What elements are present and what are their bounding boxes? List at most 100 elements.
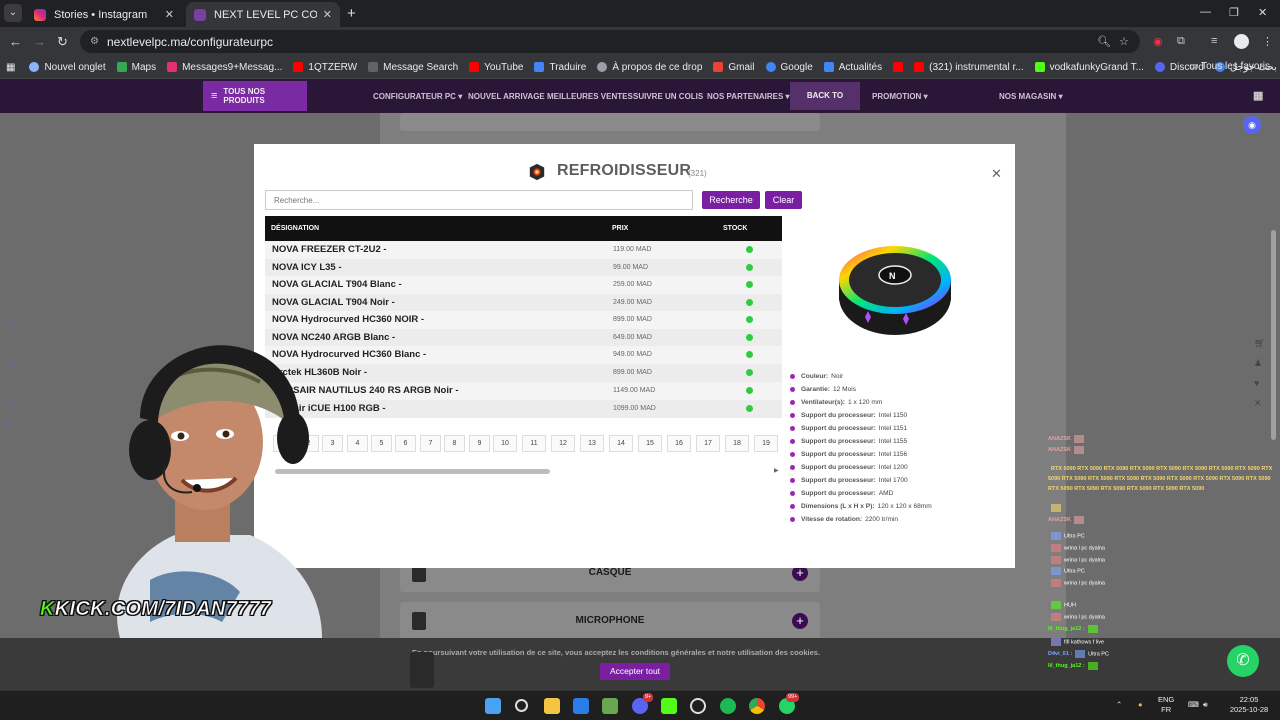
close-tab-icon[interactable]: ✕ (165, 8, 174, 21)
nav-back-to-school[interactable]: BACK TO SCHOOL (790, 82, 860, 128)
bookmark-item[interactable]: (321) instrumental r... (914, 62, 1024, 73)
page-button[interactable]: 3 (322, 435, 343, 452)
all-bookmarks-button[interactable]: ▭ Tous les favoris (1189, 61, 1270, 72)
bookmark-item[interactable]: vodkafunkyGrand T... (1034, 62, 1144, 73)
address-bar[interactable]: ⚙ nextlevelpc.ma/configurateurpc (80, 30, 1140, 53)
tab-instagram[interactable]: Stories • Instagram ✕ (26, 2, 182, 27)
bookmark-item[interactable]: Traduire (534, 62, 586, 73)
language-indicator[interactable]: ENG FR (1158, 695, 1174, 715)
obs-icon[interactable] (690, 698, 706, 714)
reload-icon[interactable]: ↻ (57, 34, 68, 50)
kick-icon[interactable] (661, 698, 677, 714)
search-icon[interactable] (515, 699, 528, 712)
start-menu-icon[interactable] (485, 698, 501, 714)
menu-kebab-icon[interactable]: ⋮ (1262, 35, 1273, 48)
zoom-icon[interactable]: 🔍︎ (1097, 35, 1111, 48)
discord-icon[interactable]: ◉ (1243, 116, 1261, 134)
page-button[interactable]: 5 (371, 435, 392, 452)
page-button[interactable]: 7 (420, 435, 441, 452)
close-tab-icon[interactable]: ✕ (323, 8, 332, 21)
bookmark-item[interactable]: Google (765, 62, 813, 73)
volume-icon[interactable]: 🔊︎ (1203, 700, 1208, 710)
store-icon[interactable] (573, 698, 589, 714)
new-tab-button[interactable]: + (347, 5, 356, 22)
close-window-icon[interactable]: ✕ (1258, 6, 1267, 19)
page-button[interactable]: 11 (522, 435, 546, 452)
add-icon[interactable]: + (792, 613, 808, 629)
page-button[interactable]: 19 (754, 435, 778, 452)
clock[interactable]: 22:05 2025-10-28 (1226, 695, 1272, 715)
forward-icon[interactable]: → (33, 34, 46, 49)
heart-icon[interactable]: ♥ (1254, 378, 1259, 388)
site-info-icon[interactable]: ⚙ (90, 36, 99, 47)
component-card-microphone[interactable]: MICROPHONE + (400, 602, 820, 640)
bookmark-item[interactable]: À propos de ce drop (597, 62, 702, 73)
table-horizontal-scrollbar[interactable]: ▶ (265, 468, 782, 476)
scroll-right-icon[interactable]: ▶ (774, 467, 779, 474)
nav-nos-magasin[interactable]: NOS MAGASIN ▾ (999, 92, 1063, 101)
column-header-stock[interactable]: STOCK (723, 225, 747, 232)
close-icon[interactable]: ✕ (991, 166, 1002, 182)
bookmark-item[interactable]: 1QTZERW (293, 62, 357, 73)
table-row[interactable]: Corsair iCUE H100 RGB -1099.00 MAD (265, 400, 782, 418)
apps-grid-icon[interactable]: ▦ (6, 62, 15, 73)
compare-icon[interactable]: ✕ (1254, 398, 1262, 409)
bookmark-item[interactable]: YouTube (469, 62, 523, 73)
nav-nos-partenaires[interactable]: NOS PARTENAIRES ▾ (707, 92, 790, 101)
table-row[interactable]: NOVA FREEZER CT-2U2 - 119.00 MAD (265, 241, 782, 259)
bookmark-star-icon[interactable]: ☆ (1119, 35, 1129, 48)
component-card[interactable] (400, 113, 820, 131)
table-row[interactable]: NOVA GLACIAL T904 Blanc - 259.00 MAD (265, 276, 782, 294)
column-header-price[interactable]: PRIX (612, 225, 628, 232)
bookmark-item[interactable]: Maps (116, 62, 156, 73)
bookmark-item[interactable] (893, 62, 904, 72)
page-button[interactable]: 16 (667, 435, 691, 452)
search-button[interactable]: Recherche (702, 191, 760, 209)
search-input[interactable] (265, 190, 693, 210)
cart-icon[interactable]: 🛒︎ (1254, 338, 1265, 349)
tab-search-button[interactable]: ⌄ (4, 4, 22, 22)
all-products-button[interactable]: ≡ TOUS NOS PRODUITS (203, 81, 307, 111)
media-icon[interactable]: ≡ (1211, 35, 1217, 47)
page-scrollbar[interactable] (1271, 230, 1276, 440)
page-button[interactable]: 13 (580, 435, 604, 452)
bookmark-item[interactable]: Messages9+Messag... (167, 62, 282, 73)
page-button[interactable]: 14 (609, 435, 633, 452)
tray-overflow-icon[interactable]: ⌃ (1116, 700, 1122, 710)
file-explorer-icon[interactable] (544, 698, 560, 714)
accept-cookies-button[interactable]: Accepter tout (600, 663, 670, 680)
page-button[interactable]: 6 (395, 435, 416, 452)
extension-icon[interactable]: ◉ (1153, 35, 1163, 48)
minecraft-icon[interactable] (602, 698, 618, 714)
network-icon[interactable]: ⌨ (1188, 700, 1199, 710)
nav-suivre-colis[interactable]: SUIVRE UN COLIS (633, 92, 703, 101)
bookmark-item[interactable]: Nouvel onglet (29, 62, 106, 73)
page-button[interactable]: 18 (725, 435, 749, 452)
maximize-icon[interactable]: ❐ (1229, 6, 1239, 19)
table-row[interactable]: CORSAIR NAUTILUS 240 RS ARGB Noir -1149.… (265, 382, 782, 400)
bookmark-item[interactable]: Actualités (823, 62, 882, 73)
spotify-icon[interactable] (720, 698, 736, 714)
page-button[interactable]: 4 (347, 435, 368, 452)
extensions-puzzle-icon[interactable]: ⧉ (1177, 35, 1185, 48)
bookmark-item[interactable]: Gmail (713, 62, 755, 73)
page-button[interactable]: 17 (696, 435, 720, 452)
whatsapp-icon[interactable]: ✆ (1227, 645, 1259, 677)
bookmark-item[interactable]: Message Search (368, 62, 458, 73)
grid-icon[interactable]: ▦ (1253, 89, 1263, 102)
nav-promotion[interactable]: PROMOTION ▾ (872, 92, 928, 101)
chrome-icon[interactable] (749, 698, 765, 714)
user-icon[interactable]: ♟ (1254, 358, 1262, 369)
back-icon[interactable]: ← (9, 34, 22, 49)
page-button[interactable]: 8 (444, 435, 465, 452)
table-row[interactable]: NOVA Hydrocurved HC360 Blanc -949.00 MAD (265, 346, 782, 364)
nav-meilleures-ventes[interactable]: MEILLEURES VENTES (547, 92, 633, 101)
table-row[interactable]: NOVA NC240 ARGB Blanc -649.00 MAD (265, 329, 782, 347)
table-row[interactable]: Arctek HL360B Noir -899.00 MAD (265, 364, 782, 382)
clear-button[interactable]: Clear (765, 191, 802, 209)
profile-avatar[interactable] (1234, 34, 1249, 49)
table-row[interactable]: NOVA ICY L35 - 99.00 MAD (265, 259, 782, 277)
table-row[interactable]: NOVA Hydrocurved HC360 NOIR - 899.00 MAD (265, 311, 782, 329)
tray-app-icon[interactable]: ● (1138, 700, 1143, 710)
minimize-icon[interactable]: — (1200, 6, 1211, 18)
